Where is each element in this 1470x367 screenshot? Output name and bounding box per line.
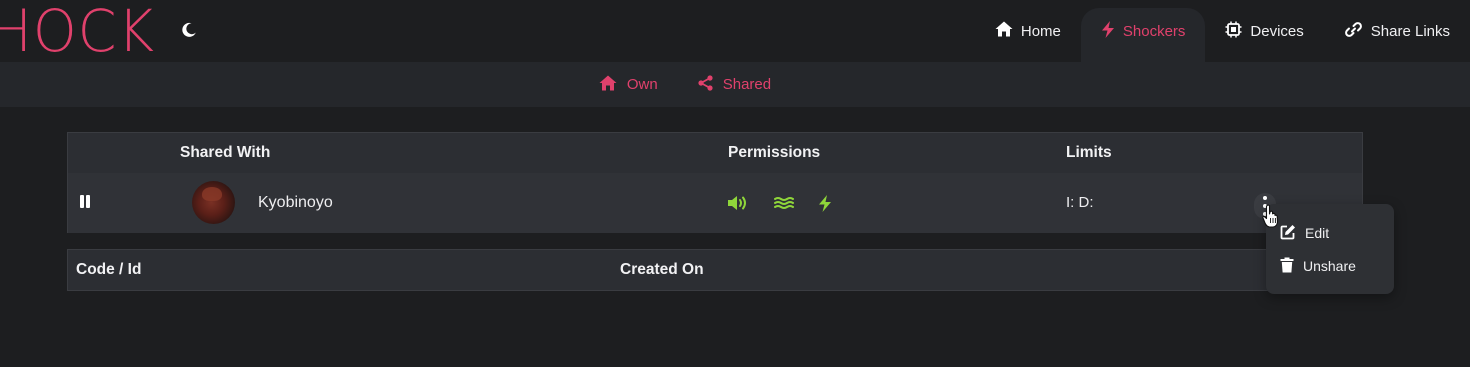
column-code-id: Code / Id [76,261,142,278]
shock-icon[interactable] [814,193,836,213]
column-limits: Limits [1066,144,1112,161]
nav-share-links-label: Share Links [1370,22,1450,40]
nav-shockers[interactable]: Shockers [1080,8,1206,62]
nav-devices-label: Devices [1250,22,1304,40]
moon-icon[interactable] [180,20,198,40]
nav-home-label: Home [1020,22,1061,40]
shares-table: Shared With Permissions Limits Kyobinoyo [67,132,1363,233]
avatar [192,181,235,224]
column-shared-with: Shared With [180,144,271,161]
home-icon [995,21,1013,41]
limits-value: I: D: [1066,194,1094,211]
shares-table-header: Shared With Permissions Limits [68,133,1362,173]
vibrate-icon[interactable] [773,193,795,213]
bolt-icon [1101,20,1115,42]
hand-cursor-icon [1262,204,1280,228]
chip-icon [1225,21,1242,42]
edit-icon [1280,224,1296,243]
tab-shared-label: Shared [722,76,772,93]
menu-item-edit[interactable]: Edit [1280,222,1329,244]
pause-icon[interactable] [80,195,92,209]
menu-item-unshare-label: Unshare [1303,258,1356,274]
share-codes-header: Code / Id Created On [68,250,1362,290]
row-context-menu: Edit Unshare [1266,204,1394,294]
table-row: Kyobinoyo I: D: [68,173,1362,233]
app-logo[interactable]: HOCK [0,0,155,62]
column-permissions: Permissions [728,144,821,161]
nav-devices[interactable]: Devices [1205,8,1323,54]
share-icon [698,74,713,95]
home-icon [599,75,617,95]
link-icon [1344,21,1363,42]
sub-nav: Own Shared [0,62,1470,107]
nav-share-links[interactable]: Share Links [1324,8,1470,54]
shared-user-name: Kyobinoyo [258,194,333,211]
tab-own[interactable]: Own [599,75,658,95]
main-nav: Home Shockers Devices Share Links [975,8,1470,62]
nav-shockers-label: Shockers [1122,22,1186,40]
top-bar: HOCK Home Shockers Devices Share Links [0,0,1470,62]
tab-own-label: Own [626,76,658,93]
trash-icon [1280,257,1294,276]
sound-icon[interactable] [727,193,749,213]
column-created-on: Created On [620,261,704,278]
tab-shared[interactable]: Shared [698,74,772,95]
share-codes-table: Code / Id Created On [67,249,1363,291]
menu-item-edit-label: Edit [1305,225,1330,241]
menu-item-unshare[interactable]: Unshare [1280,255,1356,277]
nav-home[interactable]: Home [975,8,1081,54]
